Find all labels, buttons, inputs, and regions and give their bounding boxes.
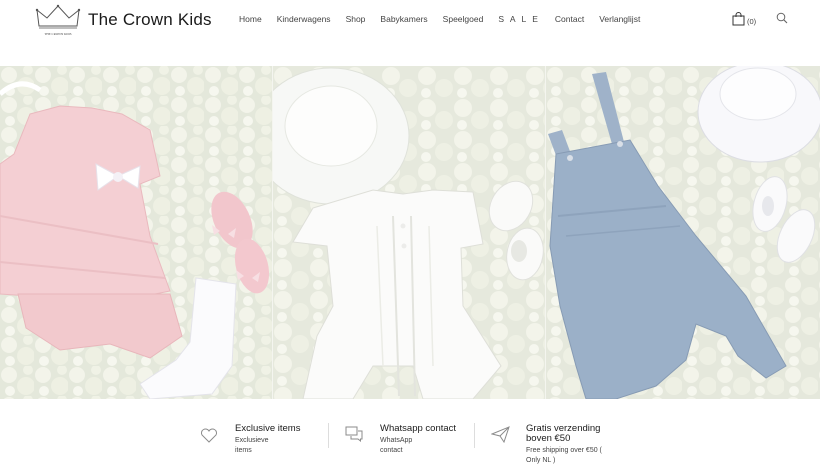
main-nav: Home Kinderwagens Shop Babykamers Speelg… <box>239 14 655 24</box>
divider <box>474 423 475 448</box>
feature-title: Exclusive items <box>235 423 301 434</box>
hero-image-white-romper[interactable] <box>272 66 545 399</box>
nav-babykamers[interactable]: Babykamers <box>380 14 427 24</box>
nav-shop[interactable]: Shop <box>346 14 366 24</box>
paper-plane-icon <box>491 426 510 443</box>
chat-icon <box>345 426 363 442</box>
logo-text: THE CROWN KIDS <box>44 32 71 36</box>
nav-contact[interactable]: Contact <box>555 14 584 24</box>
feature-title: Gratis verzending boven €50 <box>526 423 601 444</box>
nav-sale[interactable]: S A L E <box>498 14 540 24</box>
cart-button[interactable]: (0) <box>732 12 756 26</box>
brand-name[interactable]: The Crown Kids <box>88 10 212 30</box>
feature-subtitle: WhatsApp contact <box>380 437 413 454</box>
heart-icon <box>201 428 217 443</box>
feature-subtitle: Exclusieve items <box>235 437 269 454</box>
nav-kinderwagens[interactable]: Kinderwagens <box>277 14 331 24</box>
hero-image-blue-dungarees[interactable] <box>545 66 820 399</box>
search-icon[interactable] <box>776 12 788 24</box>
crown-logo-icon[interactable]: THE CROWN KIDS <box>34 4 82 38</box>
cart-count: (0) <box>747 17 757 26</box>
hero-image-pink-outfit[interactable] <box>0 66 272 399</box>
nav-verlanglijst[interactable]: Verlanglijst <box>599 14 640 24</box>
hero-banner <box>0 66 820 399</box>
feature-subtitle: Free shipping over €50 ( Only NL ) <box>526 447 602 464</box>
features-bar: Exclusive items Exclusieve items Whatsap… <box>0 412 820 476</box>
divider <box>328 423 329 448</box>
site-header: THE CROWN KIDS The Crown Kids Home Kinde… <box>0 0 820 52</box>
shopping-bag-icon <box>732 12 745 26</box>
nav-home[interactable]: Home <box>239 14 262 24</box>
feature-title: Whatsapp contact <box>380 423 457 434</box>
nav-speelgoed[interactable]: Speelgoed <box>443 14 484 24</box>
